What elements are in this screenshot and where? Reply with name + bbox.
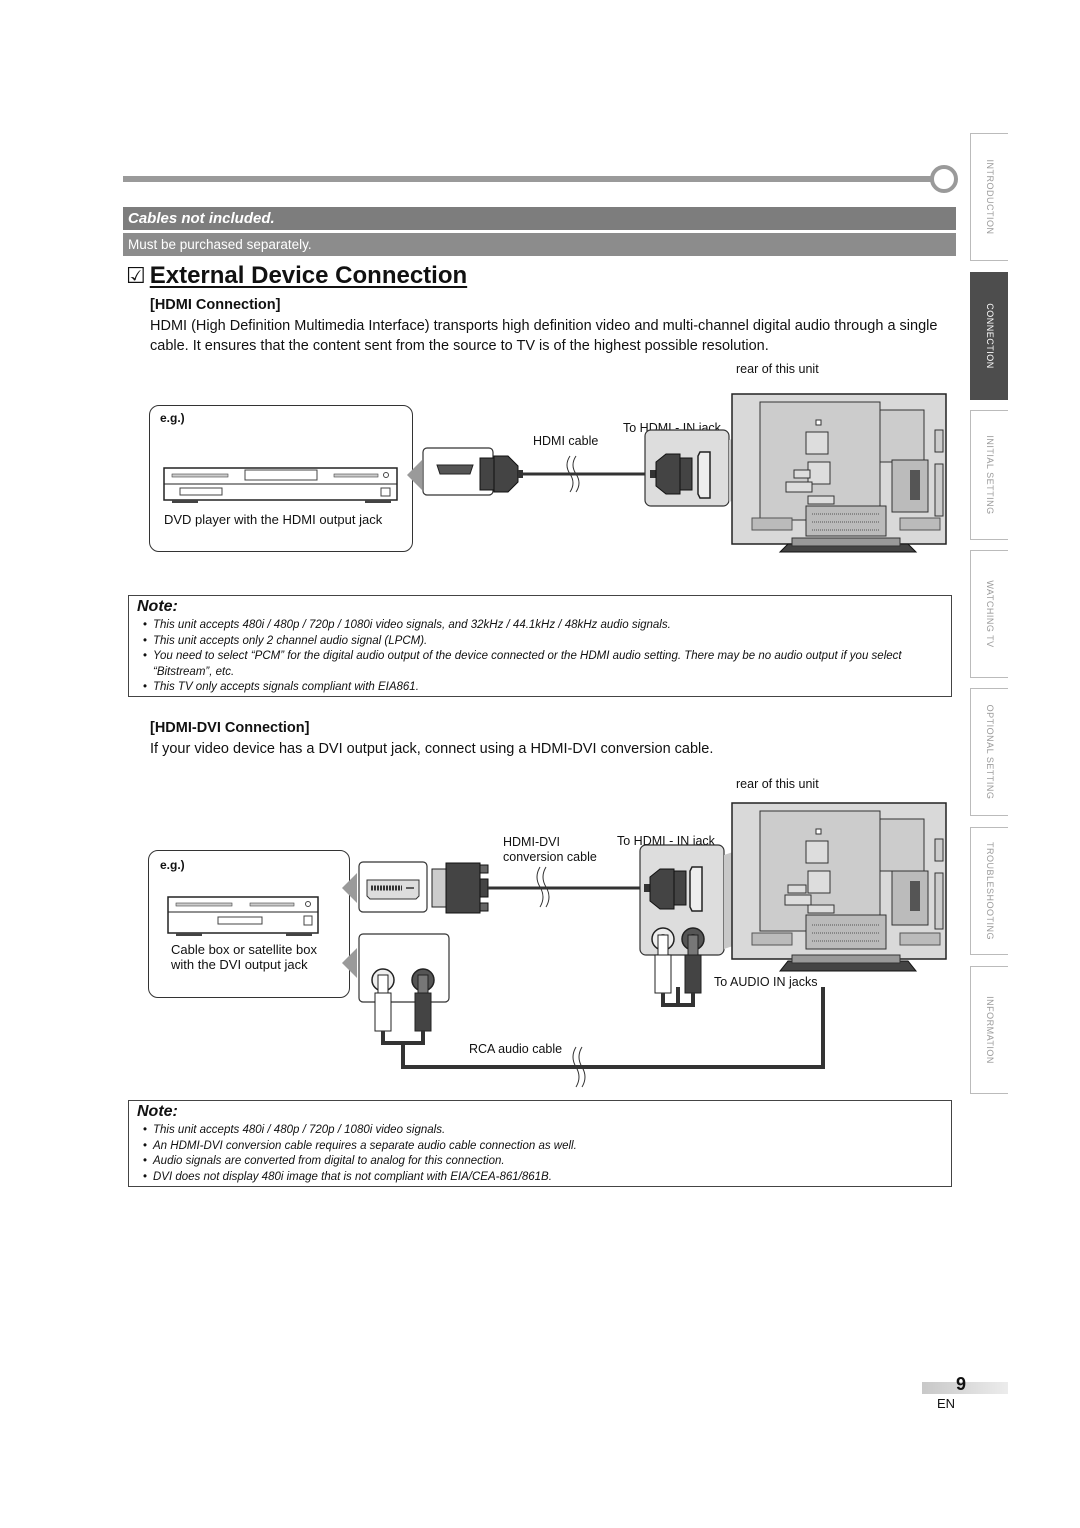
- hdmi-note-title: Note:: [137, 598, 178, 615]
- pointer-arrow: [342, 948, 357, 978]
- hdmi-dvi-heading: [HDMI-DVI Connection]: [150, 720, 310, 736]
- note-item: Audio signals are converted from digital…: [143, 1154, 951, 1170]
- header-rule: [123, 176, 933, 182]
- tv-hdmi-in-jack-icon: [689, 866, 703, 912]
- page-title: ☑ External Device Connection: [126, 262, 467, 290]
- pointer-arrow: [407, 460, 422, 490]
- page-number: 9: [956, 1374, 967, 1394]
- hdmi-note-list: This unit accepts 480i / 480p / 720p / 1…: [129, 618, 951, 696]
- hdmi-dvi-description: If your video device has a DVI output ja…: [150, 741, 714, 757]
- side-tab-connection[interactable]: Connection: [970, 272, 1008, 400]
- header-rule-circle: [930, 165, 958, 193]
- hdmi-rear-label: rear of this unit: [736, 362, 819, 376]
- banner-title: Cables not included.: [123, 207, 956, 230]
- hdmi-dvi-note-list: This unit accepts 480i / 480p / 720p / 1…: [129, 1123, 951, 1185]
- pointer-arrow: [342, 873, 357, 903]
- note-item: DVI does not display 480i image that is …: [143, 1170, 951, 1186]
- dvd-player-icon: [163, 467, 398, 503]
- page-language: EN: [937, 1396, 956, 1411]
- rca-plug-red: [414, 992, 432, 1032]
- audio-out-port-box: [358, 933, 450, 1003]
- rca-plug-white: [374, 992, 392, 1032]
- hdmi-plug-left-icon: [493, 455, 519, 493]
- hdmi-heading: [HDMI Connection]: [150, 297, 281, 313]
- checkbox-icon: ☑: [126, 263, 146, 288]
- hdmi-description: HDMI (High Definition Multimedia Interfa…: [150, 318, 938, 354]
- hdmi-dvi-connection-diagram: [167, 802, 947, 1088]
- hdmi-in-jack-icon: [697, 451, 711, 499]
- tv-rear-icon: [731, 802, 947, 972]
- hdmi-connection-diagram: [163, 393, 947, 553]
- note-item: This TV only accepts signals compliant w…: [143, 680, 951, 696]
- page-title-text: External Device Connection: [149, 262, 468, 289]
- side-tab-optional-setting[interactable]: Optional Setting: [970, 688, 1008, 816]
- hdmi-dvi-note-box: Note: This unit accepts 480i / 480p / 72…: [128, 1100, 952, 1187]
- hdmi-note-box: Note: This unit accepts 480i / 480p / 72…: [128, 595, 952, 697]
- hdmi-plug-right-icon: [655, 453, 681, 495]
- dvi-plug-icon: [445, 862, 481, 914]
- note-item: You need to select “PCM” for the digital…: [143, 649, 951, 680]
- cable-box-icon: [167, 896, 319, 936]
- note-item: This unit accepts only 2 channel audio s…: [143, 634, 951, 650]
- side-tab-troubleshooting[interactable]: Troubleshooting: [970, 827, 1008, 955]
- side-tab-initial-setting[interactable]: Initial Setting: [970, 410, 1008, 540]
- note-item: This unit accepts 480i / 480p / 720p / 1…: [143, 1123, 951, 1139]
- note-item: This unit accepts 480i / 480p / 720p / 1…: [143, 618, 951, 634]
- banner-subtitle: Must be purchased separately.: [123, 233, 956, 256]
- hdmi-dvi-note-title: Note:: [137, 1103, 178, 1120]
- dvi-rear-label: rear of this unit: [736, 777, 819, 791]
- note-item: An HDMI-DVI conversion cable requires a …: [143, 1139, 951, 1155]
- side-tab-watching-tv[interactable]: Watching TV: [970, 550, 1008, 678]
- side-tab-information[interactable]: Information: [970, 966, 1008, 1094]
- tv-rear-icon: [731, 393, 947, 553]
- side-tab-introduction[interactable]: Introduction: [970, 133, 1008, 261]
- hdmi-out-port-icon: [436, 464, 474, 475]
